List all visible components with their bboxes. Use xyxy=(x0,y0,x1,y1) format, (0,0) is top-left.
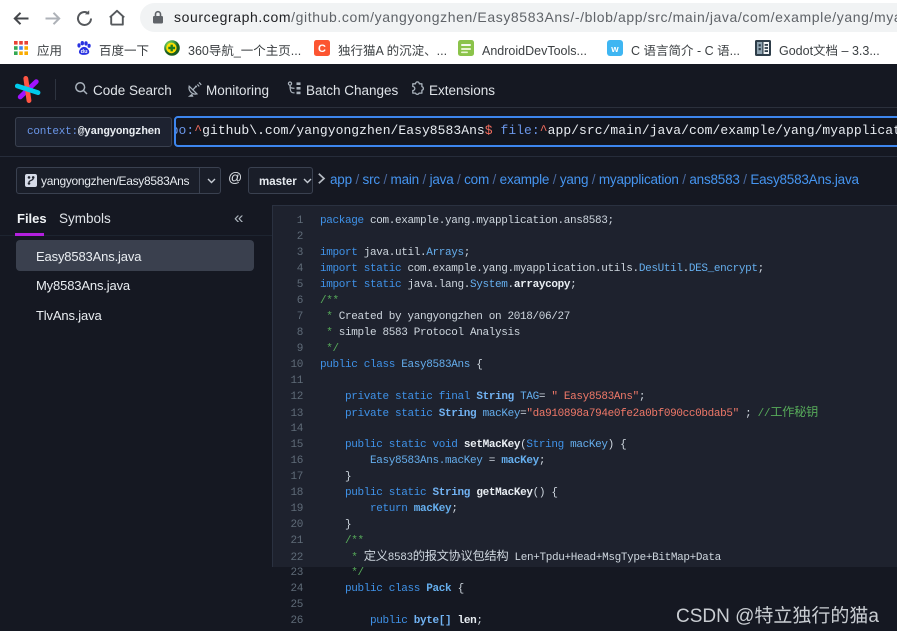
svg-text:w: w xyxy=(610,44,619,55)
svg-text:C: C xyxy=(318,43,326,55)
svg-text:du: du xyxy=(81,49,88,55)
